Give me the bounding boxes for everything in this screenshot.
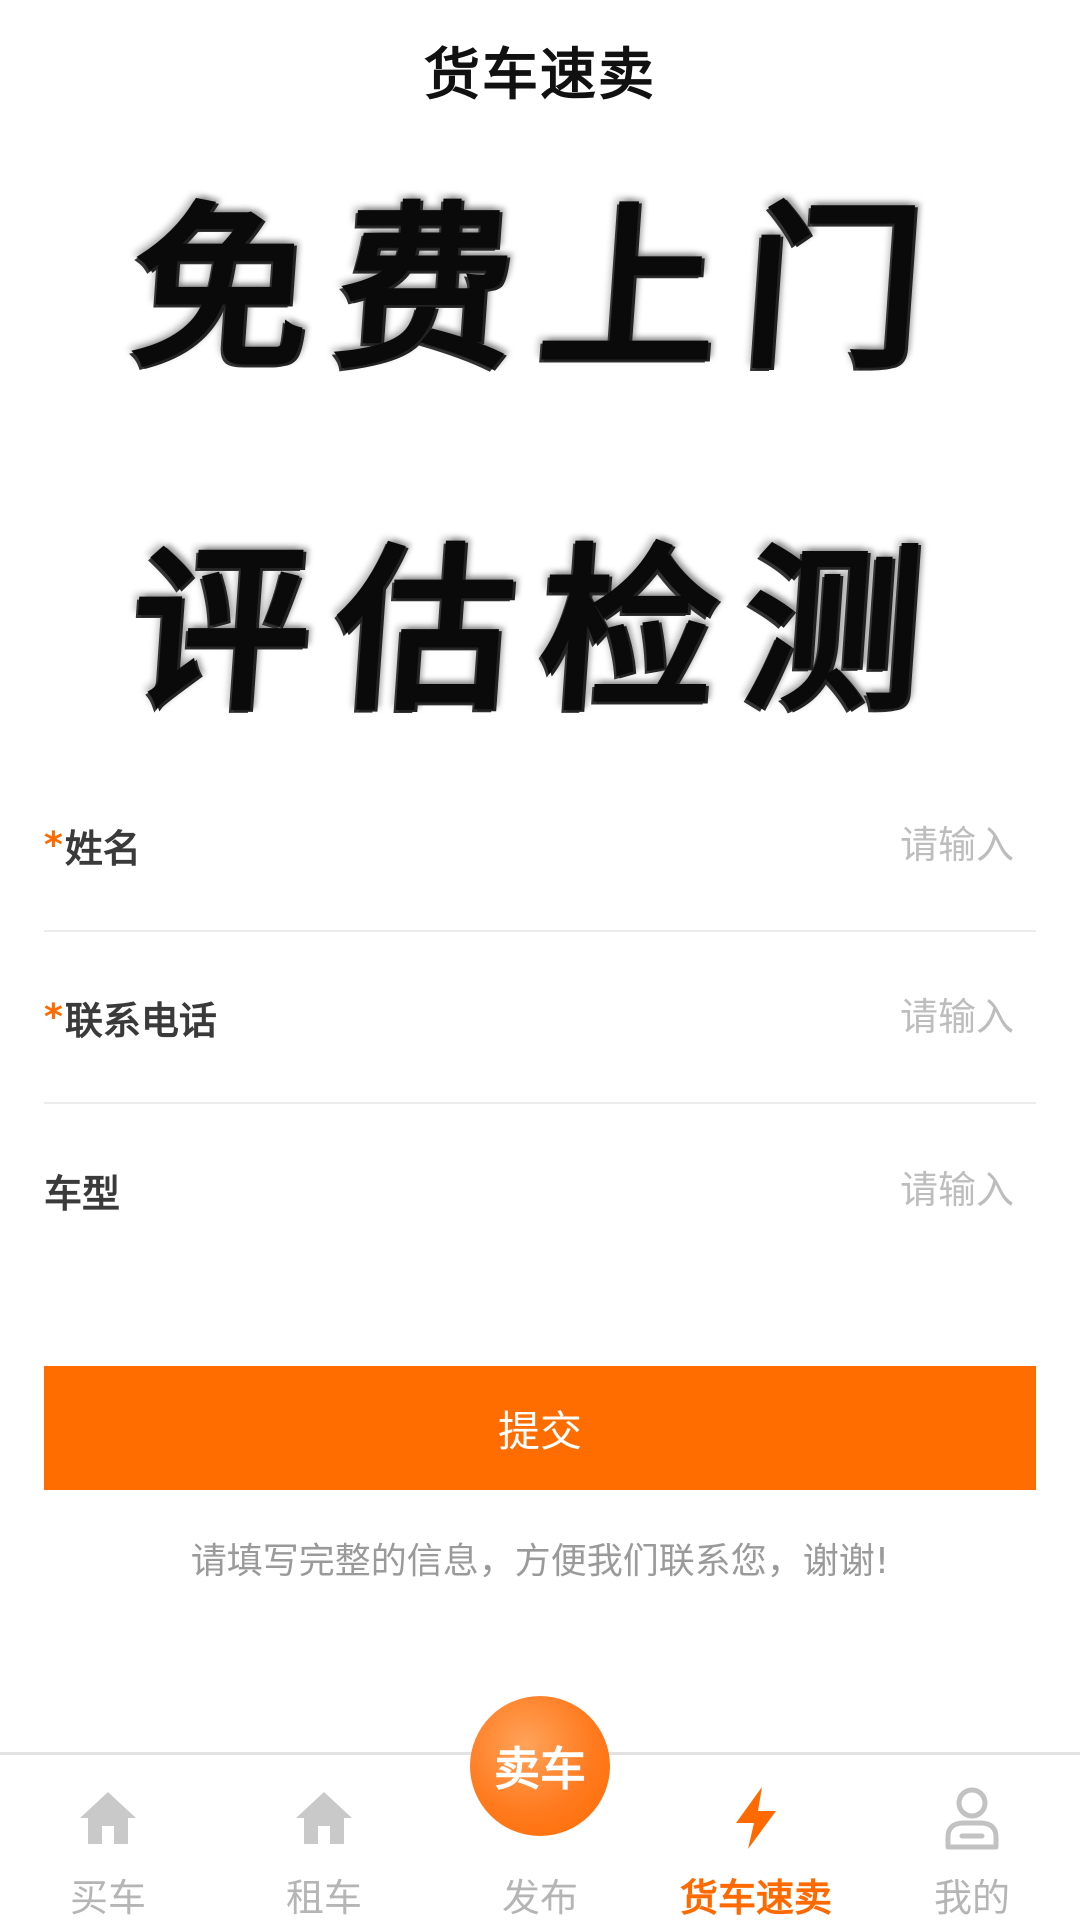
name-input[interactable] xyxy=(616,805,1036,885)
phone-input[interactable] xyxy=(616,977,1036,1057)
phone-label-text: 联系电话 xyxy=(64,998,217,1043)
home-icon xyxy=(73,1783,143,1853)
form-hint: 请填写完整的信息，方便我们联系您，谢谢! xyxy=(190,1541,890,1582)
tab-label: 买车 xyxy=(69,1876,146,1920)
hero-banner: 免费上门 评估检测 xyxy=(0,184,1080,735)
tab-label: 发布 xyxy=(501,1876,578,1920)
user-icon xyxy=(937,1783,1007,1853)
submit-button[interactable]: 提交 xyxy=(44,1366,1036,1490)
phone-label: * 联系电话 xyxy=(44,990,217,1045)
tab-buy[interactable]: 买车 xyxy=(0,1755,216,1920)
tab-label: 我的 xyxy=(933,1876,1010,1920)
hero-line-2: 评估检测 xyxy=(124,526,956,735)
tab-rent[interactable]: 租车 xyxy=(216,1755,432,1920)
required-mark: * xyxy=(44,996,63,1038)
tab-label: 租车 xyxy=(285,1876,362,1920)
contact-form: * 姓名 * 联系电话 车型 xyxy=(44,760,1036,1276)
hero-line-1: 免费上门 xyxy=(124,184,956,393)
form-row-model: 车型 xyxy=(44,1104,1036,1276)
name-label-text: 姓名 xyxy=(64,826,141,871)
form-row-phone: * 联系电话 xyxy=(44,932,1036,1104)
page: 货车速卖 免费上门 评估检测 * 姓名 * 联系电话 车型 提交 请填写 xyxy=(0,0,1080,1920)
model-input[interactable] xyxy=(616,1150,1036,1230)
tab-label: 货车速卖 xyxy=(679,1876,832,1920)
model-label-text: 车型 xyxy=(44,1171,121,1216)
name-label: * 姓名 xyxy=(44,818,141,873)
tab-quick-sell[interactable]: 货车速卖 xyxy=(648,1755,864,1920)
model-label: 车型 xyxy=(44,1163,120,1218)
required-mark: * xyxy=(44,824,63,866)
header: 货车速卖 xyxy=(0,0,1080,140)
form-row-name: * 姓名 xyxy=(44,760,1036,932)
tab-mine[interactable]: 我的 xyxy=(864,1755,1080,1920)
lightning-icon xyxy=(721,1783,791,1853)
page-title: 货车速卖 xyxy=(424,42,656,108)
sell-car-button[interactable]: 卖车 xyxy=(470,1696,610,1836)
home-icon xyxy=(289,1783,359,1853)
